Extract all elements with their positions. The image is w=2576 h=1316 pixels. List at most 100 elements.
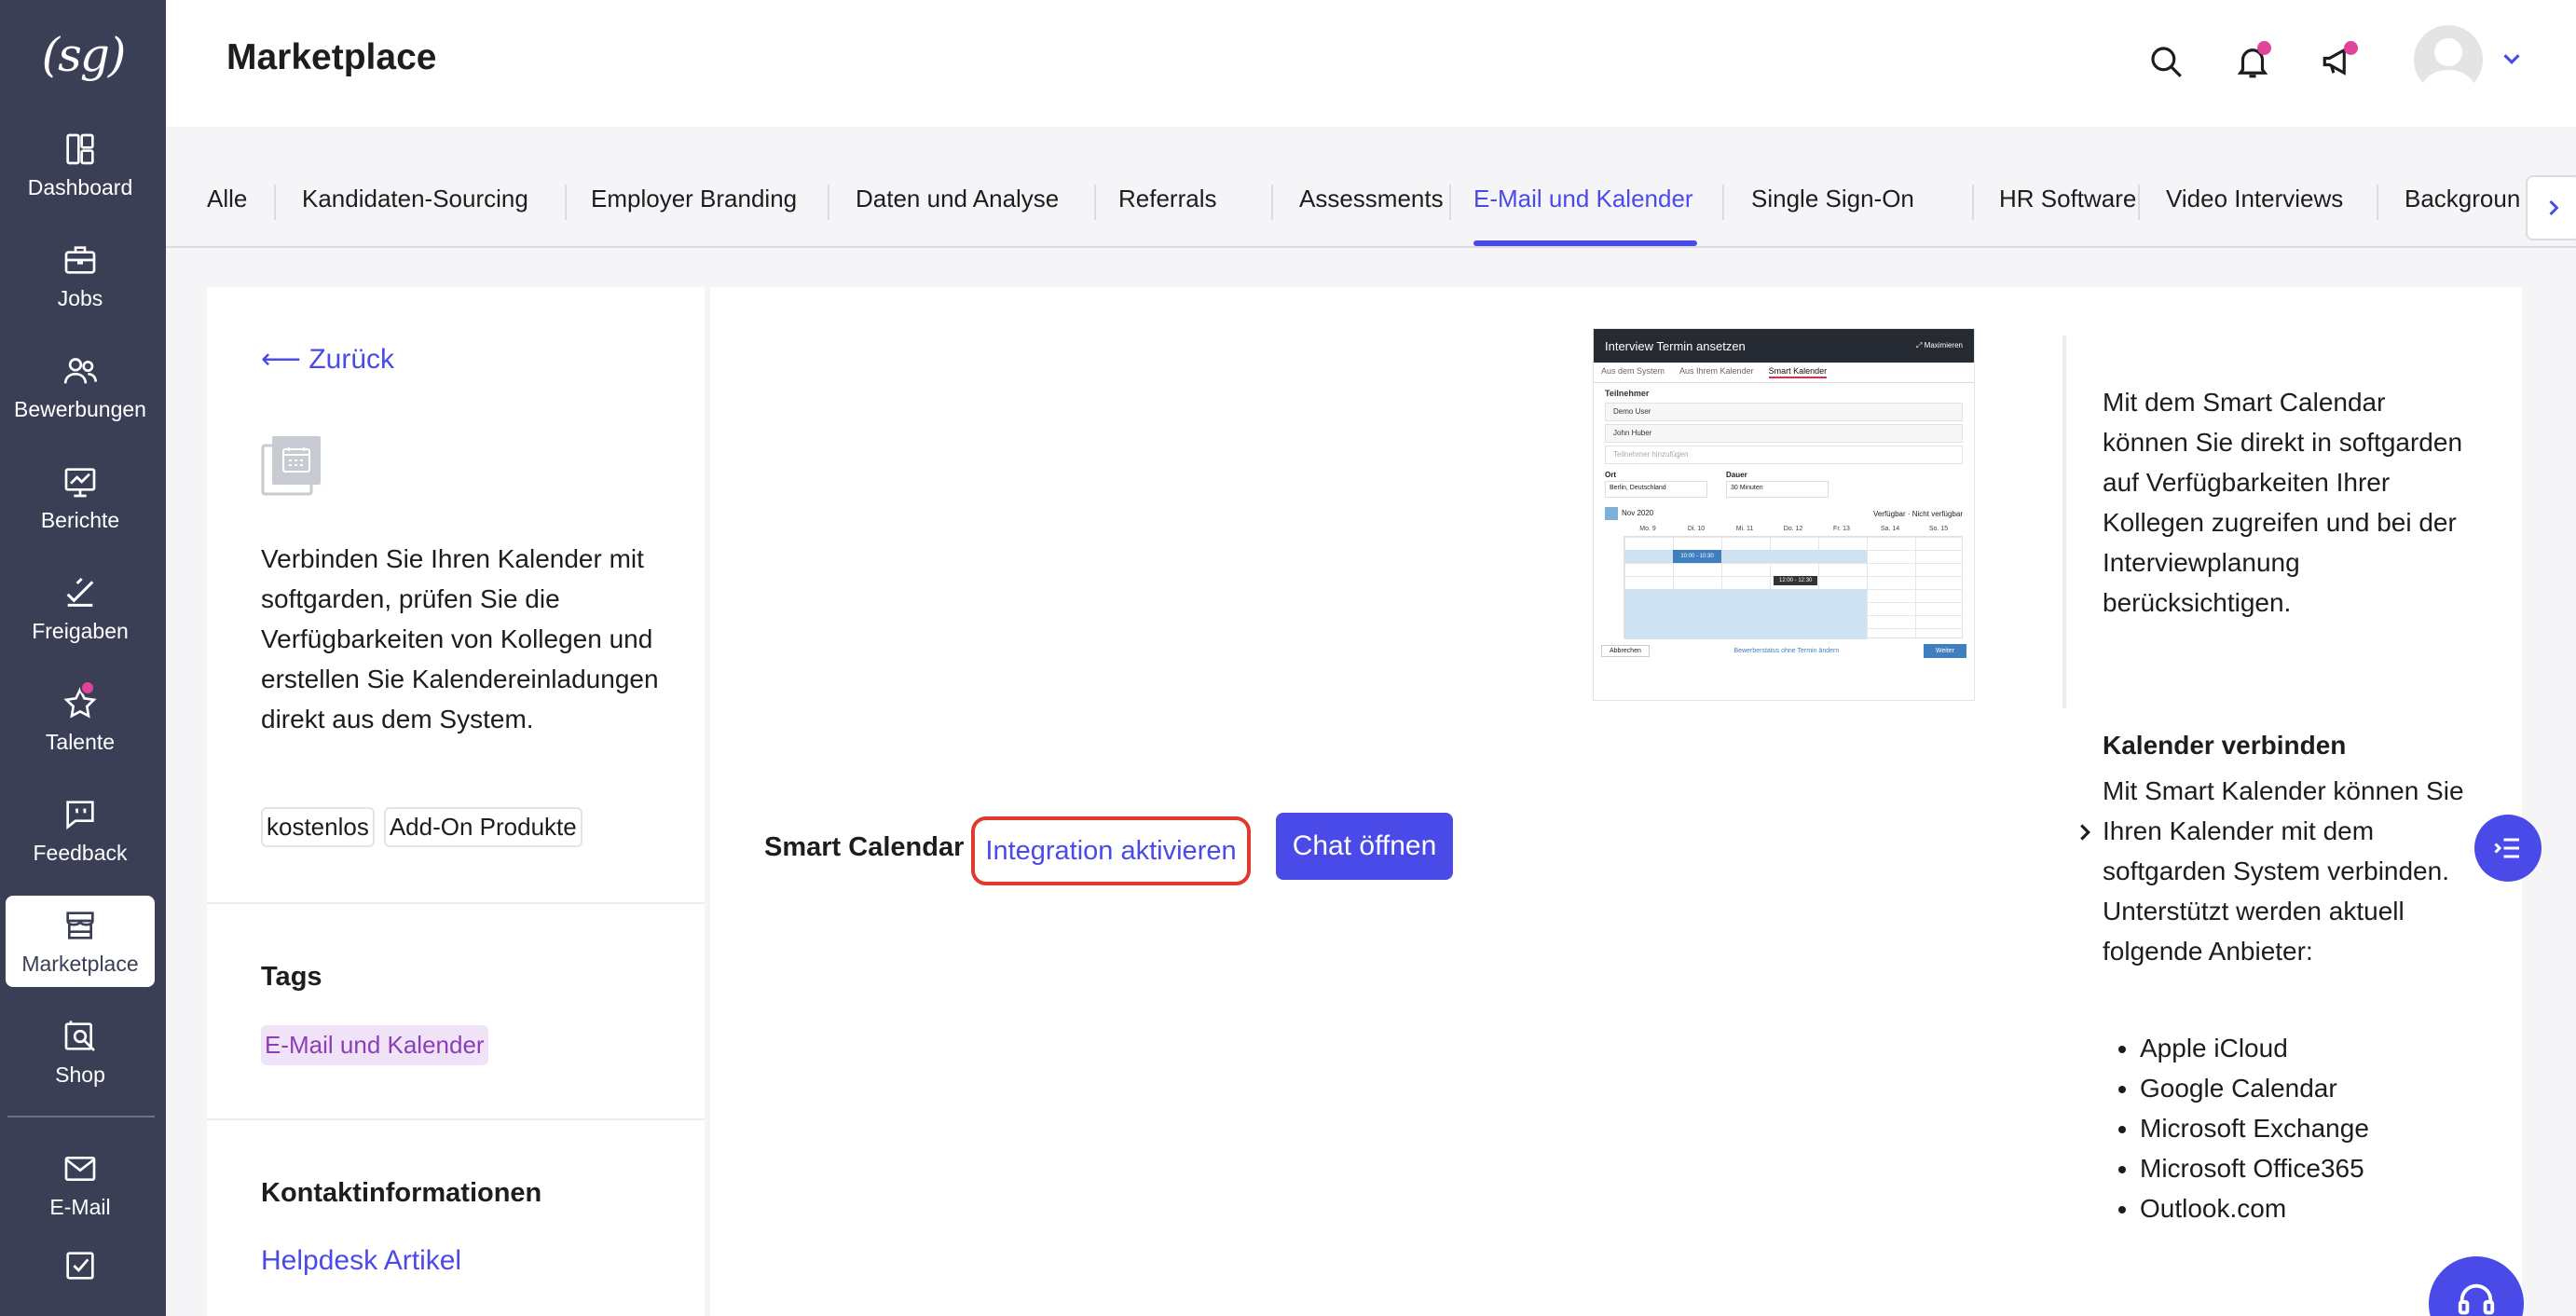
users-icon bbox=[63, 357, 97, 383]
provider-list: Apple iCloud Google Calendar Microsoft E… bbox=[2140, 1028, 2369, 1228]
announcements-button[interactable] bbox=[2313, 35, 2365, 88]
screenshot-calendar-grid: 10:00 - 10:30 12:00 - 12:30 bbox=[1624, 536, 1963, 639]
contact-title: Kontaktinformationen bbox=[261, 1178, 542, 1208]
helpdesk-link[interactable]: Helpdesk Artikel bbox=[261, 1245, 461, 1277]
sidebar-item-label: Shop bbox=[55, 1062, 105, 1087]
sidebar-item-tasks[interactable] bbox=[6, 1240, 155, 1305]
sidebar-item-jobs[interactable]: Jobs bbox=[6, 230, 155, 322]
tab-alle[interactable]: Alle bbox=[207, 185, 247, 213]
connect-calendar-title: Kalender verbinden bbox=[2103, 731, 2347, 760]
tab-background[interactable]: Backgroun bbox=[2405, 185, 2520, 213]
tab-hr-software[interactable]: HR Software bbox=[1971, 185, 2136, 213]
back-link[interactable]: ⟵ Zurück bbox=[261, 343, 394, 376]
screenshot-tab: Aus Ihrem Kalender bbox=[1679, 366, 1754, 376]
tab-separator bbox=[1449, 185, 1451, 220]
screenshot-fields: Ort Berlin, Deutschland Dauer 30 Minuten bbox=[1594, 467, 1974, 498]
mail-icon bbox=[64, 1156, 96, 1181]
approval-icon bbox=[66, 577, 94, 607]
sidebar-item-feedback[interactable]: Feedback bbox=[6, 785, 155, 876]
tab-separator bbox=[565, 185, 567, 220]
sidebar: (sg) Dashboard Jobs Bewerbungen Berichte… bbox=[0, 0, 166, 1316]
toc-toggle-button[interactable] bbox=[2474, 815, 2542, 882]
screenshot-dauer: Dauer 30 Minuten bbox=[1726, 467, 1829, 498]
list-item: Apple iCloud bbox=[2140, 1028, 2369, 1068]
sidebar-item-label: Feedback bbox=[33, 840, 128, 865]
page-title: Marketplace bbox=[226, 37, 437, 77]
open-chat-button[interactable]: Chat öffnen bbox=[1276, 813, 1453, 880]
sidebar-item-label: Freigaben bbox=[32, 618, 129, 643]
sidebar-item-marketplace[interactable]: Marketplace bbox=[6, 896, 155, 987]
tags-title: Tags bbox=[261, 962, 322, 992]
screenshot-ort-label: Ort bbox=[1605, 471, 1616, 479]
softgarden-logo[interactable]: (sg) bbox=[0, 19, 166, 91]
product-info-card: ⟵ Zurück Verbinden Sie Ihren Kalender mi… bbox=[207, 287, 705, 1316]
tab-separator bbox=[828, 185, 829, 220]
screenshot-maximize: ⤢ Maximieren bbox=[1916, 341, 1963, 350]
connect-calendar-text: Mit Smart Kalender können Sie Ihren Kale… bbox=[2103, 776, 2464, 966]
screenshot-month: Nov 2020 bbox=[1605, 507, 1653, 520]
tabs-scroll-right-button[interactable] bbox=[2526, 175, 2576, 240]
availability-band bbox=[1624, 550, 1867, 563]
list-item: Microsoft Office365 bbox=[2140, 1148, 2369, 1188]
tab-video-interviews[interactable]: Video Interviews bbox=[2166, 185, 2343, 213]
dashboard-icon bbox=[66, 133, 94, 164]
tab-separator bbox=[2138, 185, 2140, 220]
screenshot-add-participant: Teilnehmer hinzufügen bbox=[1605, 446, 1963, 464]
integration-activate-link[interactable]: Integration aktivieren bbox=[971, 816, 1251, 885]
tab-separator bbox=[274, 185, 276, 220]
screenshot-legend: Verfügbar · Nicht verfügbar bbox=[1872, 509, 1963, 518]
availability-band bbox=[1624, 589, 1867, 639]
sidebar-item-berichte[interactable]: Berichte bbox=[6, 452, 155, 543]
sidebar-item-bewerbungen[interactable]: Bewerbungen bbox=[6, 341, 155, 432]
search-icon bbox=[2151, 47, 2182, 77]
tab-email-und-kalender[interactable]: E-Mail und Kalender bbox=[1473, 185, 1693, 213]
sidebar-item-dashboard[interactable]: Dashboard bbox=[6, 119, 155, 211]
notification-dot bbox=[2257, 41, 2271, 55]
product-chips: kostenlos Add-On Produkte bbox=[261, 807, 582, 847]
notifications-button[interactable] bbox=[2227, 35, 2279, 88]
store-icon bbox=[66, 911, 94, 939]
sidebar-item-shop[interactable]: Shop bbox=[6, 1007, 155, 1098]
search-button[interactable] bbox=[2140, 35, 2192, 88]
screenshot-participant: Demo User bbox=[1605, 403, 1963, 421]
section-divider bbox=[207, 902, 705, 904]
shop-icon bbox=[64, 1020, 95, 1051]
sidebar-divider bbox=[7, 1116, 155, 1117]
chevron-right-icon bbox=[2549, 199, 2559, 216]
sidebar-item-label: Jobs bbox=[57, 285, 103, 310]
screenshot-days: Mo. 9 Di. 10 Mi. 11 Do. 12 Fr. 13 Sa. 14 So. 1… bbox=[1639, 526, 1949, 532]
screenshot-calendar-header: Nov 2020 Verfügbar · Nicht verfügbar bbox=[1594, 498, 1974, 524]
screenshot-ort-value: Berlin, Deutschland bbox=[1605, 481, 1707, 498]
chip-add-on: Add-On Produkte bbox=[383, 807, 582, 847]
screenshot-header: Interview Termin ansetzen ⤢ Maximieren bbox=[1594, 329, 1974, 363]
tab-referrals[interactable]: Referrals bbox=[1118, 185, 1216, 213]
avatar[interactable] bbox=[2414, 25, 2483, 94]
tab-employer-branding[interactable]: Employer Branding bbox=[591, 185, 797, 213]
sidebar-item-freigaben[interactable]: Freigaben bbox=[6, 563, 155, 654]
sidebar-item-email[interactable]: E-Mail bbox=[6, 1139, 155, 1230]
list-menu-icon bbox=[2494, 838, 2519, 858]
avatar-body bbox=[2421, 70, 2475, 94]
product-summary: Mit dem Smart Calendar können Sie direkt… bbox=[2103, 388, 2463, 617]
sidebar-item-label: Talente bbox=[45, 729, 116, 754]
briefcase-icon bbox=[64, 245, 96, 274]
tab-kandidaten-sourcing[interactable]: Kandidaten-Sourcing bbox=[302, 185, 528, 213]
tab-single-sign-on[interactable]: Single Sign-On bbox=[1751, 185, 1914, 213]
product-description: Verbinden Sie Ihren Kalender mit softgar… bbox=[261, 544, 659, 733]
tab-daten-und-analyse[interactable]: Daten und Analyse bbox=[856, 185, 1059, 213]
list-item: Microsoft Exchange bbox=[2140, 1108, 2369, 1148]
product-screenshot: Interview Termin ansetzen ⤢ Maximieren A… bbox=[1593, 328, 1975, 701]
sidebar-item-label: Marketplace bbox=[21, 951, 139, 976]
tag-chip[interactable]: E-Mail und Kalender bbox=[261, 1025, 488, 1065]
tab-assessments[interactable]: Assessments bbox=[1271, 185, 1444, 213]
sidebar-item-label: Berichte bbox=[40, 507, 120, 532]
talente-notification-dot bbox=[80, 680, 95, 695]
screenshot-tab-active: Smart Kalender bbox=[1768, 366, 1828, 378]
screenshot-cancel: Abbrechen bbox=[1601, 645, 1650, 657]
section-divider bbox=[207, 1118, 705, 1120]
chevron-right-icon[interactable] bbox=[2071, 818, 2099, 846]
screenshot-participant: John Huber bbox=[1605, 424, 1963, 443]
screenshot-title: Interview Termin ansetzen bbox=[1605, 338, 1746, 353]
screenshot-tooltip: 12:00 - 12:30 bbox=[1774, 576, 1818, 585]
chevron-down-icon[interactable] bbox=[2498, 45, 2526, 73]
